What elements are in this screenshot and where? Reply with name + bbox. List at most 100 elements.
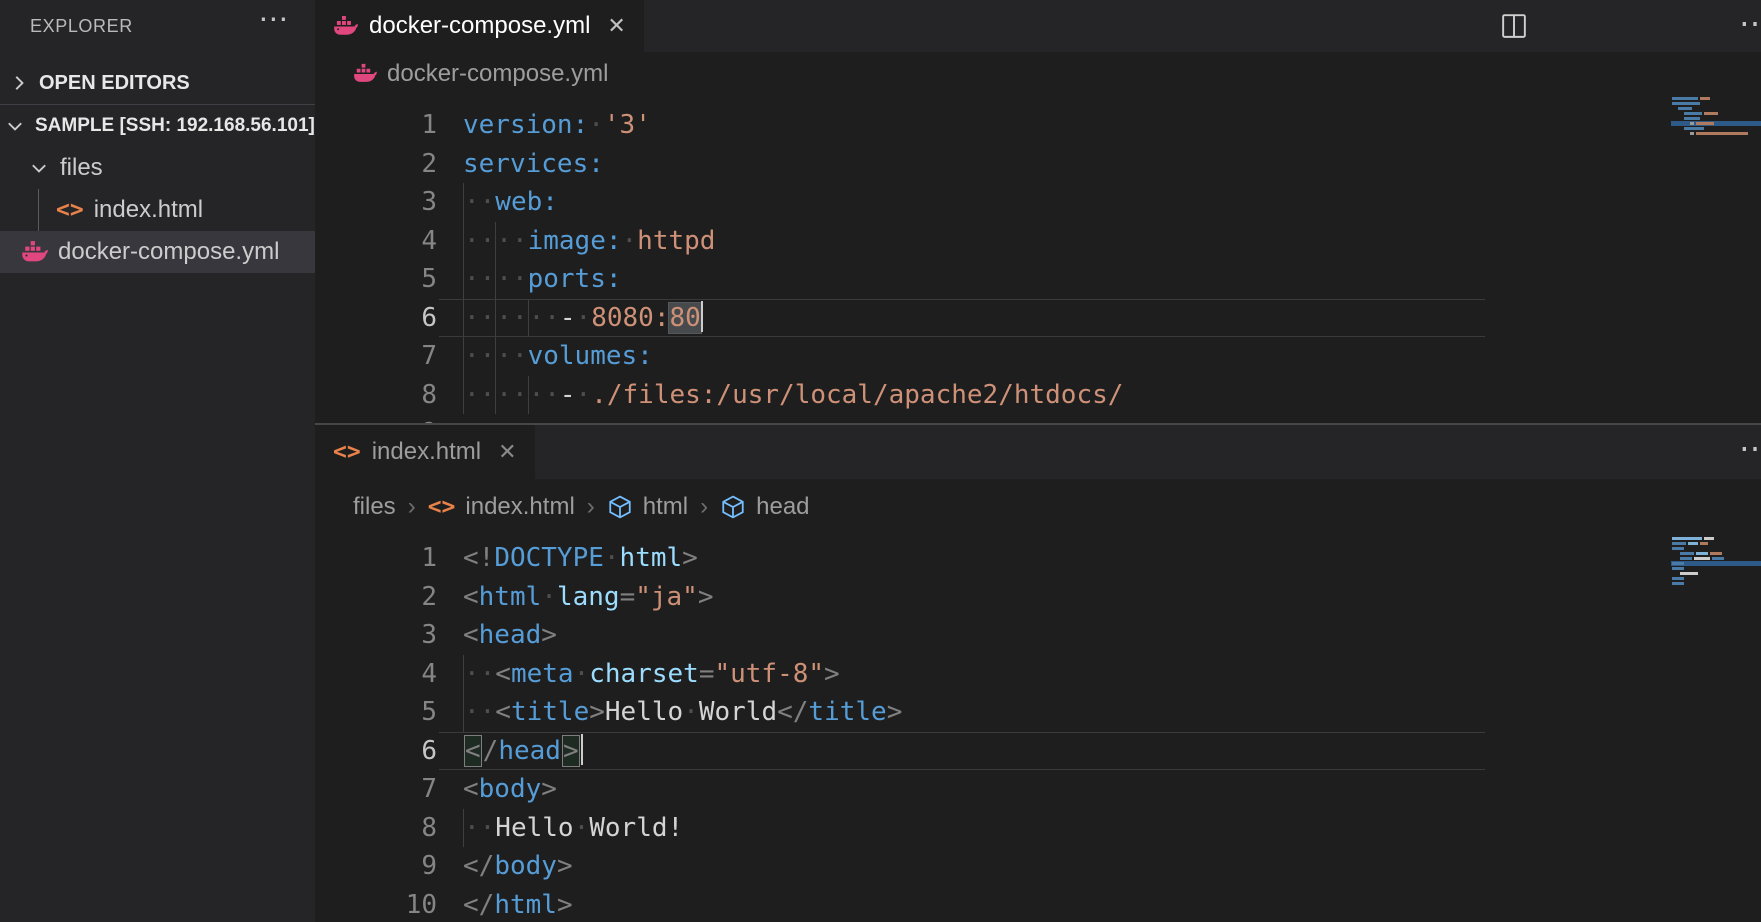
code-token: <: [463, 582, 479, 612]
workspace-section[interactable]: SAMPLE [SSH: 192.168.56.101]: [0, 104, 315, 147]
explorer-more-actions-icon[interactable]: ⋯: [258, 2, 289, 37]
chevron-right-icon[interactable]: [8, 72, 30, 94]
split-editor-icon[interactable]: [1500, 12, 1528, 40]
code-line-8[interactable]: 8··Hello·World!: [315, 809, 1761, 848]
code-token: Hello: [605, 697, 683, 727]
tab-docker-compose[interactable]: docker-compose.yml ✕: [315, 0, 644, 52]
code-token: ··: [463, 299, 495, 338]
code-token: volumes:: [528, 341, 653, 371]
breadcrumb-item-file[interactable]: docker-compose.yml: [387, 60, 608, 88]
minimap-segment: [1712, 557, 1724, 560]
code-line-10[interactable]: 10</html>: [315, 886, 1761, 922]
code-line-7[interactable]: 7<body>: [315, 770, 1761, 809]
code-line-1[interactable]: 1<!DOCTYPE·html>: [315, 539, 1761, 578]
code-line-7[interactable]: 7····volumes:: [315, 337, 1761, 376]
line-number: 1: [315, 106, 463, 145]
more-actions-icon[interactable]: ⋯: [1739, 429, 1761, 467]
code-line-4[interactable]: 4··<meta·charset="utf-8">: [315, 655, 1761, 694]
minimap-line: [1672, 117, 1760, 120]
code-line-9[interactable]: 9: [315, 414, 1761, 423]
code-line-text: ····image:·httpd: [463, 222, 715, 261]
more-actions-icon[interactable]: ⋯: [1739, 4, 1761, 42]
code-token: <: [495, 659, 511, 689]
code-token: ··: [463, 260, 495, 299]
editor-group-top: docker-compose.yml ✕ ⋯: [315, 0, 1761, 423]
tree-item-docker-compose[interactable]: docker-compose.yml: [0, 231, 315, 273]
code-token: -: [560, 380, 576, 410]
code-token: ·: [588, 110, 604, 140]
code-line-1[interactable]: 1version:·'3': [315, 106, 1761, 145]
breadcrumb: files › <> index.html › html › head: [315, 479, 1761, 535]
code-token: ··: [495, 376, 527, 415]
code-line-5[interactable]: 5··<title>Hello·World</title>: [315, 693, 1761, 732]
breadcrumb-item-file[interactable]: index.html: [465, 493, 574, 521]
open-editors-label: OPEN EDITORS: [39, 72, 190, 95]
text-cursor: [701, 301, 703, 332]
tree-item-index-html[interactable]: <> index.html: [0, 189, 315, 231]
text-cursor: [581, 734, 583, 765]
code-line-6[interactable]: 6</head>: [315, 732, 1761, 771]
code-token: >: [557, 890, 573, 920]
minimap-segment: [1684, 127, 1704, 130]
code-token: ·: [574, 659, 590, 689]
minimap[interactable]: [1672, 97, 1760, 137]
code-token: httpd: [637, 226, 715, 256]
code-token: ports:: [528, 264, 622, 294]
code-line-8[interactable]: 8······-·./files:/usr/local/apache2/htdo…: [315, 376, 1761, 415]
breadcrumb-separator: ›: [698, 493, 710, 521]
code-token: >: [682, 543, 698, 573]
minimap-segment: [1696, 132, 1748, 135]
code-token: >: [557, 851, 573, 881]
code-token: image:: [528, 226, 622, 256]
file-tree: files <> index.html dock: [0, 147, 315, 273]
file-label: docker-compose.yml: [58, 238, 279, 266]
code-line-3[interactable]: 3··web:: [315, 183, 1761, 222]
chevron-down-icon[interactable]: [4, 115, 26, 137]
code-line-2[interactable]: 2<html·lang="ja">: [315, 578, 1761, 617]
minimap-segment: [1690, 122, 1694, 125]
tab-label: index.html: [372, 438, 481, 466]
minimap-segment: [1672, 547, 1684, 550]
code-token: ··: [463, 337, 495, 376]
breadcrumb-item-folder[interactable]: files: [353, 493, 396, 521]
minimap-segment: [1678, 107, 1692, 110]
html-file-icon: <>: [428, 494, 456, 520]
code-line-9[interactable]: 9</body>: [315, 847, 1761, 886]
code-line-text: ··Hello·World!: [463, 809, 683, 848]
code-line-text: ··<title>Hello·World</title>: [463, 693, 902, 732]
tree-indent-guide: [38, 189, 39, 231]
line-number: 2: [315, 145, 463, 184]
breadcrumb-item-symbol-html[interactable]: html: [643, 493, 688, 521]
minimap[interactable]: [1672, 537, 1760, 587]
tab-index-html[interactable]: <> index.html ✕: [315, 425, 535, 479]
minimap-segment: [1672, 537, 1702, 540]
minimap-segment: [1710, 552, 1722, 555]
code-token: ·: [541, 582, 557, 612]
code-token: head: [479, 620, 542, 650]
code-line-3[interactable]: 3<head>: [315, 616, 1761, 655]
breadcrumb-separator: ›: [406, 493, 418, 521]
code-line-6[interactable]: 6······-·8080:80: [315, 299, 1761, 338]
tab-label: docker-compose.yml: [369, 12, 590, 40]
code-token: World!: [589, 813, 683, 843]
close-icon[interactable]: ✕: [498, 439, 516, 465]
line-number: 9: [315, 847, 463, 886]
code-token: ··: [463, 655, 495, 694]
breadcrumb-item-symbol-head[interactable]: head: [756, 493, 809, 521]
code-token: body: [479, 774, 542, 804]
open-editors-section[interactable]: OPEN EDITORS: [0, 62, 315, 104]
close-icon[interactable]: ✕: [607, 13, 625, 39]
code-editor-index-html[interactable]: 1<!DOCTYPE·html>2<html·lang="ja">3<head>…: [315, 535, 1761, 922]
code-token: =: [620, 582, 636, 612]
code-editor-docker-compose[interactable]: 1version:·'3'2services:3··web:4····image…: [315, 95, 1761, 423]
docker-whale-icon: [353, 62, 377, 86]
file-label: index.html: [94, 196, 203, 224]
tree-item-files-folder[interactable]: files: [0, 147, 315, 189]
code-token: head: [498, 736, 561, 766]
tabbar-top: docker-compose.yml ✕ ⋯: [315, 0, 1761, 52]
code-line-2[interactable]: 2services:: [315, 145, 1761, 184]
code-line-5[interactable]: 5····ports:: [315, 260, 1761, 299]
line-number: 6: [315, 299, 463, 338]
code-line-4[interactable]: 4····image:·httpd: [315, 222, 1761, 261]
line-number: 8: [315, 376, 463, 415]
